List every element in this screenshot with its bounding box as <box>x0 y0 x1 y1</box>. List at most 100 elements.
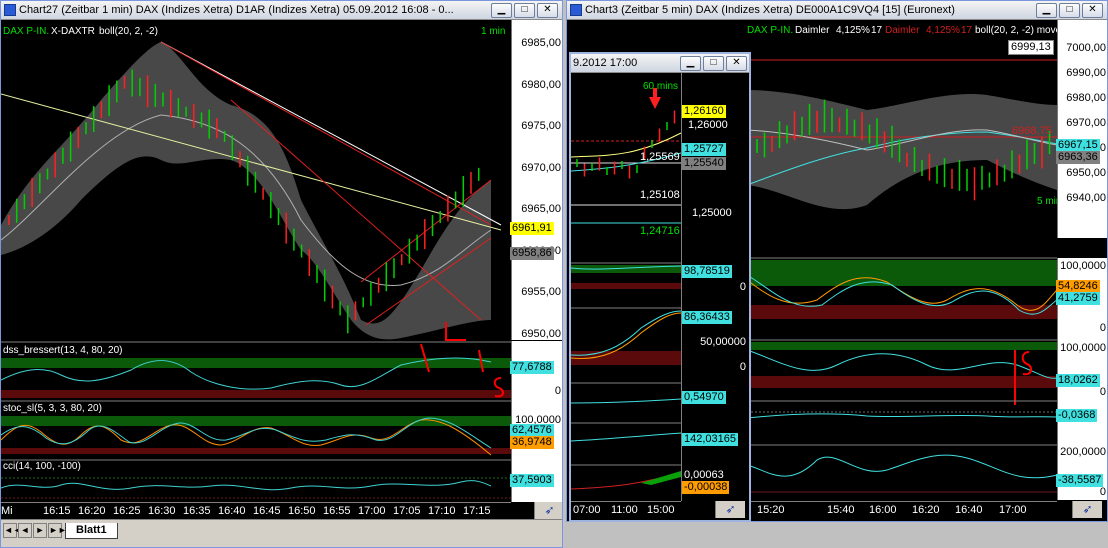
chart3-legend-num: 17 <box>871 25 883 36</box>
dss-zero: 0 <box>554 385 561 397</box>
minimize-button[interactable]: ▁ <box>680 55 701 71</box>
osc4-axis[interactable]: 200,0000 -38,5587 0 <box>1056 444 1107 500</box>
pin-button[interactable]: ➶ <box>534 502 562 519</box>
osc3-line <box>746 413 1058 419</box>
price-bars <box>576 110 676 179</box>
price-tag-5: 1,25540 <box>682 157 726 170</box>
chart27-window[interactable]: Chart27 (Zeitbar 1 min) DAX (Indizes Xet… <box>0 0 563 548</box>
price-tick-label: 6980,00 <box>1066 92 1106 104</box>
bollinger-band <box>747 90 1057 210</box>
chart3-legend-rate: 4,125% <box>836 25 870 36</box>
floating-time-axis[interactable]: 07:00 11:00 15:00 <box>571 501 681 518</box>
red-price-tag: 6968,75 <box>1012 125 1052 137</box>
dss-label: dss_bressert(13, 4, 80, 20) <box>3 345 123 356</box>
osc1-zero: 0 <box>739 281 746 293</box>
minimize-button[interactable]: ▁ <box>1036 2 1057 18</box>
price-tag-6: 1,25108 <box>640 189 680 201</box>
osc2-axis[interactable]: 100,0000 18,0262 0 <box>1056 340 1107 402</box>
time-label: Mi <box>1 505 13 517</box>
pin-icon: ➶ <box>1082 502 1093 516</box>
price-tag-7: 1,25000 <box>692 207 732 219</box>
chart3-titlebar[interactable]: Chart3 (Zeitbar 5 min) DAX (Indizes Xetr… <box>567 1 1107 20</box>
time-label: 16:55 <box>323 505 351 517</box>
maximize-icon: □ <box>521 4 528 15</box>
time-label: 17:15 <box>463 505 491 517</box>
close-button[interactable]: ✕ <box>726 55 747 71</box>
floating-titlebar[interactable]: 9.2012 17:00 ▁ □ ✕ <box>571 54 749 73</box>
cci-value-tag: 37,5903 <box>510 474 554 487</box>
chart27-price-axis[interactable]: 6985,006980,006975,006970,006965,006960,… <box>510 20 562 340</box>
bollinger-band <box>1 42 491 340</box>
close-button[interactable]: ✕ <box>1082 2 1103 18</box>
price-tick-label: 6985,00 <box>521 37 561 49</box>
nav-prev-button[interactable]: ◄ <box>18 523 32 538</box>
osc4-zero: 0 <box>1099 486 1106 498</box>
osc2-zero: 0 <box>739 361 746 373</box>
maximize-button[interactable]: □ <box>514 2 535 18</box>
maximize-button[interactable]: □ <box>703 55 724 71</box>
cci-line <box>1 480 492 491</box>
price-tick-label: 7000,00 <box>1066 42 1106 54</box>
osc5-value: -0,00038 <box>682 481 730 494</box>
osc4-value: -38,5587 <box>1056 474 1104 487</box>
sheet-tab-blatt1[interactable]: Blatt1 <box>65 523 118 539</box>
pin-icon: ➶ <box>544 503 555 517</box>
maximize-button[interactable]: □ <box>1059 2 1080 18</box>
osc4-top: 200,0000 <box>1060 446 1106 458</box>
minimize-button[interactable]: ▁ <box>491 2 512 18</box>
time-label: 16:20 <box>78 505 106 517</box>
chart27-plot-area[interactable] <box>1 20 563 508</box>
floating-osc2-axis[interactable]: 86,36433 50,00000 0 <box>681 311 749 387</box>
pin-button[interactable]: ➶ <box>1072 501 1102 518</box>
time-label: 07:00 <box>573 504 601 516</box>
time-label: 16:45 <box>253 505 281 517</box>
chart27-legend-boll: boll(20, 2, -2) <box>99 26 158 37</box>
time-label: 16:20 <box>912 504 940 516</box>
osc2-top: 100,0000 <box>1060 342 1106 354</box>
nav-last-button[interactable]: ►► <box>48 523 67 538</box>
chart3-legend-instrument: DAX P-IN. <box>747 25 794 36</box>
chart3-price-axis[interactable]: 7000,006990,006980,006970,006960,006950,… <box>1008 20 1107 238</box>
chart27-time-axis[interactable]: Mi 16:15 16:20 16:25 16:30 16:35 16:40 1… <box>1 502 511 519</box>
floating-60min-window[interactable]: 9.2012 17:00 ▁ □ ✕ 60 mins 1,26160 1,260… <box>569 52 751 522</box>
sheet-tab-bar: ◄◄ ◄ ► ►► Blatt1 <box>1 519 562 547</box>
chart3-time-axis[interactable]: 15:20 15:40 16:00 16:20 16:40 17:00 <box>747 501 1057 518</box>
cci-axis[interactable]: 37,5903 <box>510 459 562 502</box>
osc3-axis[interactable]: -0,0368 <box>1056 402 1107 444</box>
time-label: 16:40 <box>955 504 983 516</box>
time-label: 16:00 <box>869 504 897 516</box>
osc1-value-2: 41,2759 <box>1056 292 1100 305</box>
osc1-panel <box>746 257 1058 319</box>
cci-label: cci(14, 100, -100) <box>3 461 81 472</box>
floating-osc3-axis[interactable]: 0,54970 <box>681 387 749 427</box>
top-price-tag: 6999,13 <box>1008 40 1054 55</box>
floating-osc5-axis[interactable]: 0,00063 -0,00038 <box>681 467 749 501</box>
osc1-zero: 0 <box>1099 322 1106 334</box>
osc3-panel <box>746 400 1058 419</box>
price-tag-1: 1,26160 <box>682 105 726 118</box>
floating-osc1-axis[interactable]: 98,78519 0 <box>681 265 749 311</box>
time-label: 16:50 <box>288 505 316 517</box>
chart3-legend-num-red: 17 <box>961 25 973 36</box>
osc1-axis[interactable]: 100,0000 54,8246 41,2759 0 <box>1056 258 1107 340</box>
time-label: 16:15 <box>43 505 71 517</box>
price-tick-label: 6990,00 <box>1066 67 1106 79</box>
close-icon: ✕ <box>1088 4 1097 15</box>
dss-axis[interactable]: 77,6788 0 <box>510 341 562 400</box>
chart27-titlebar[interactable]: Chart27 (Zeitbar 1 min) DAX (Indizes Xet… <box>1 1 562 20</box>
close-button[interactable]: ✕ <box>537 2 558 18</box>
osc1-value: 98,78519 <box>682 265 732 278</box>
floating-osc4-axis[interactable]: 142,03165 <box>681 427 749 467</box>
chart-app-icon <box>4 4 16 16</box>
stoc-axis[interactable]: 100,0000 62,4576 36,9748 <box>510 400 562 459</box>
chart27-title: Chart27 (Zeitbar 1 min) DAX (Indizes Xet… <box>19 4 454 16</box>
pin-button[interactable]: ➶ <box>715 501 745 518</box>
osc3-value: -0,0368 <box>1056 409 1098 422</box>
floating-price-axis[interactable]: 1,26160 1,26000 1,25727 1,25569 1,25540 … <box>640 73 749 265</box>
nav-first-button[interactable]: ◄◄ <box>3 523 22 538</box>
floating-interval: 60 mins <box>643 81 679 92</box>
minimize-icon: ▁ <box>686 57 695 68</box>
last-price-tag: 6961,91 <box>510 222 554 235</box>
nav-next-button[interactable]: ► <box>33 523 47 538</box>
close-icon: ✕ <box>732 57 741 68</box>
